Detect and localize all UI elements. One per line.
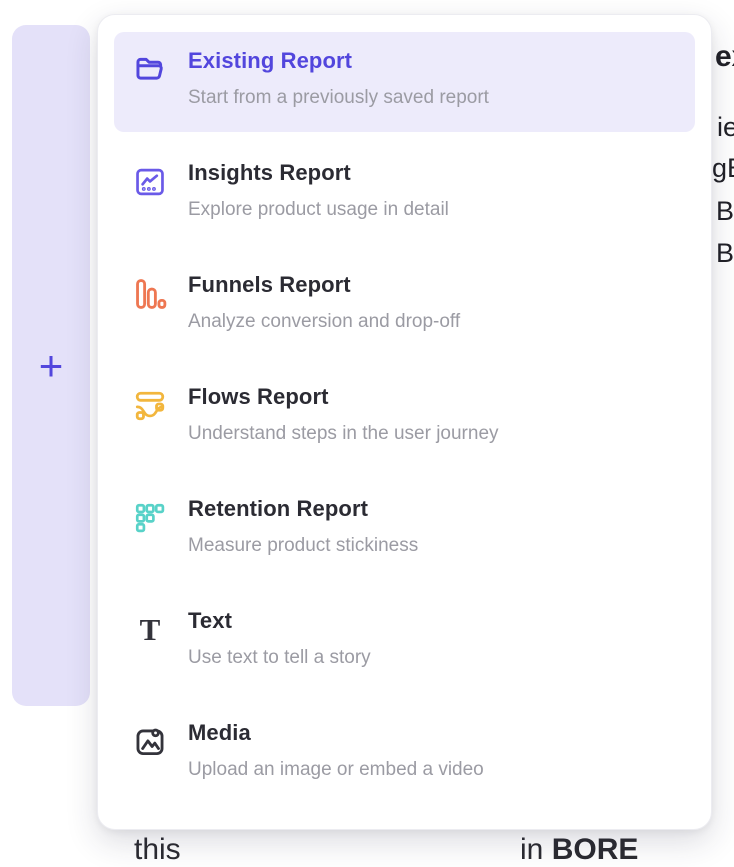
background-text-fragment: in BORE xyxy=(520,833,638,867)
add-report-button[interactable]: + xyxy=(39,345,64,387)
menu-item-text[interactable]: T Text Use text to tell a story xyxy=(114,592,695,692)
funnel-bars-icon xyxy=(132,276,168,312)
background-text-fragment: B xyxy=(716,238,734,269)
menu-item-label: Media xyxy=(188,720,484,746)
menu-item-existing-report[interactable]: Existing Report Start from a previously … xyxy=(114,32,695,132)
menu-item-description: Explore product usage in detail xyxy=(188,199,449,221)
text-serif-t-icon: T xyxy=(132,612,168,648)
menu-item-description: Upload an image or embed a video xyxy=(188,759,484,781)
menu-item-description: Measure product stickiness xyxy=(188,535,418,557)
background-text-fragment: this xyxy=(134,833,181,867)
background-text-fragment: ex xyxy=(715,40,734,74)
menu-item-label: Text xyxy=(188,608,371,634)
menu-item-label: Flows Report xyxy=(188,384,499,410)
background-text-fragment: gB xyxy=(712,153,734,184)
folder-open-icon xyxy=(132,52,168,88)
retention-grid-icon xyxy=(132,500,168,536)
menu-item-description: Understand steps in the user journey xyxy=(188,423,499,445)
line-chart-icon xyxy=(132,164,168,200)
media-image-icon xyxy=(132,724,168,760)
menu-item-label: Insights Report xyxy=(188,160,449,186)
menu-item-label: Funnels Report xyxy=(188,272,460,298)
menu-item-flows-report[interactable]: Flows Report Understand steps in the use… xyxy=(114,368,695,468)
menu-item-retention-report[interactable]: Retention Report Measure product stickin… xyxy=(114,480,695,580)
flow-sankey-icon xyxy=(132,388,168,424)
background-text-fragment: ie xyxy=(717,112,734,143)
background-text-fragment: B xyxy=(716,196,734,227)
add-report-popover-menu: Existing Report Start from a previously … xyxy=(97,14,712,830)
menu-item-media[interactable]: Media Upload an image or embed a video xyxy=(114,704,695,804)
menu-item-label: Retention Report xyxy=(188,496,418,522)
menu-item-description: Analyze conversion and drop-off xyxy=(188,311,460,333)
menu-item-funnels-report[interactable]: Funnels Report Analyze conversion and dr… xyxy=(114,256,695,356)
menu-item-description: Start from a previously saved report xyxy=(188,87,489,109)
board-add-rail: + xyxy=(12,25,90,706)
menu-item-label: Existing Report xyxy=(188,48,489,74)
menu-item-insights-report[interactable]: Insights Report Explore product usage in… xyxy=(114,144,695,244)
menu-item-description: Use text to tell a story xyxy=(188,647,371,669)
